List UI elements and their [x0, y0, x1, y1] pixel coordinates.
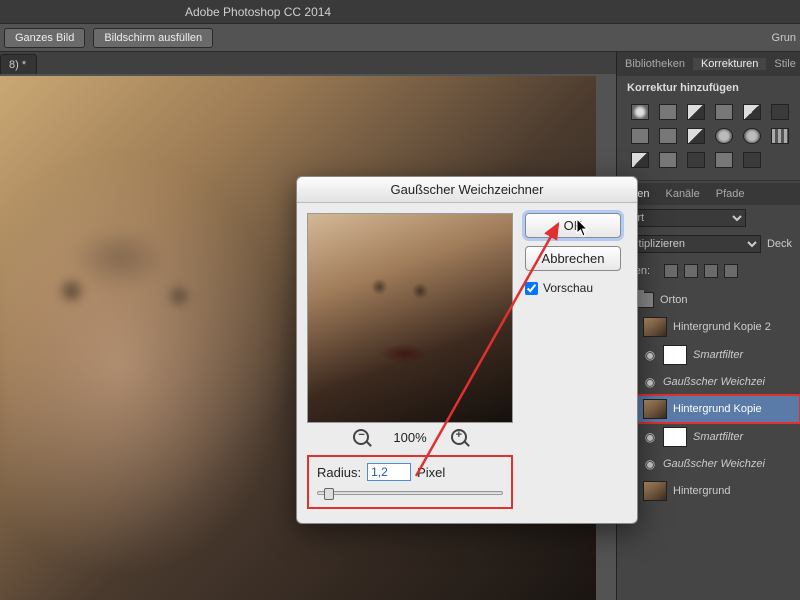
- preview-label: Vorschau: [543, 281, 593, 295]
- visibility-icon[interactable]: ◉: [643, 375, 657, 389]
- radius-annotation-box: Radius: Pixel: [307, 455, 513, 509]
- adjustments-subhead: Korrektur hinzufügen: [617, 76, 800, 100]
- slider-knob[interactable]: [324, 488, 334, 500]
- lock-position-icon[interactable]: [704, 264, 718, 278]
- adjustments-icon-grid: [617, 100, 800, 178]
- zoom-out-icon[interactable]: −: [353, 429, 369, 445]
- fit-image-button[interactable]: Ganzes Bild: [4, 28, 85, 48]
- layers-panel-tabs: enen Kanäle Pfade: [617, 183, 800, 205]
- colorlookup-icon[interactable]: [771, 128, 789, 144]
- smartfilter-row[interactable]: ◉ Smartfilter: [617, 423, 800, 451]
- balance-icon[interactable]: [659, 128, 677, 144]
- dialog-preview-image[interactable]: [307, 213, 513, 423]
- app-title: Adobe Photoshop CC 2014: [185, 5, 331, 19]
- tab-korrekturen[interactable]: Korrekturen: [693, 58, 766, 70]
- selective-color-icon[interactable]: [743, 152, 761, 168]
- tab-stile[interactable]: Stile: [766, 58, 800, 70]
- radius-label: Radius:: [317, 465, 361, 480]
- dialog-title: Gaußscher Weichzeichner: [297, 177, 637, 203]
- threshold-icon[interactable]: [687, 152, 705, 168]
- photo-filter-icon[interactable]: [715, 128, 733, 144]
- tab-pfade[interactable]: Pfade: [708, 188, 753, 200]
- radius-slider[interactable]: [317, 491, 503, 495]
- bw-icon[interactable]: [687, 128, 705, 144]
- levels-icon[interactable]: [659, 104, 677, 120]
- visibility-icon[interactable]: ◉: [643, 457, 657, 471]
- channel-mixer-icon[interactable]: [743, 128, 761, 144]
- radius-input[interactable]: [367, 463, 411, 481]
- curves-icon[interactable]: [687, 104, 705, 120]
- posterize-icon[interactable]: [659, 152, 677, 168]
- zoom-level: 100%: [393, 430, 426, 445]
- app-titlebar: Adobe Photoshop CC 2014: [0, 0, 800, 24]
- invert-icon[interactable]: [631, 152, 649, 168]
- lock-all-icon[interactable]: [724, 264, 738, 278]
- vibrance-icon[interactable]: [743, 104, 761, 120]
- preview-checkbox[interactable]: [525, 282, 538, 295]
- visibility-icon[interactable]: ◉: [643, 348, 657, 362]
- cancel-button[interactable]: Abbrechen: [525, 246, 621, 271]
- layer-thumbnail: [643, 317, 667, 337]
- hue-icon[interactable]: [631, 128, 649, 144]
- filter-mask-thumbnail: [663, 345, 687, 365]
- layer-row[interactable]: Hintergrund Kopie 2: [617, 313, 800, 341]
- lock-image-icon[interactable]: [684, 264, 698, 278]
- layer-thumbnail: [643, 399, 667, 419]
- layer-kind-select[interactable]: Art: [625, 209, 746, 227]
- layer-group-row[interactable]: Orton: [617, 287, 800, 313]
- blend-mode-select[interactable]: ultiplizieren: [625, 235, 761, 253]
- visibility-icon[interactable]: ◉: [643, 430, 657, 444]
- fill-screen-button[interactable]: Bildschirm ausfüllen: [93, 28, 213, 48]
- exposure-icon[interactable]: [715, 104, 733, 120]
- opacity-label: Deck: [767, 238, 792, 250]
- preview-checkbox-row[interactable]: Vorschau: [525, 281, 621, 295]
- right-dock: Bibliotheken Korrekturen Stile Korrektur…: [616, 52, 800, 600]
- adjustment-icon[interactable]: [771, 104, 789, 120]
- layers-list: Orton Hintergrund Kopie 2 ◉ Smartfilter …: [617, 285, 800, 507]
- document-tab[interactable]: 8) *: [0, 54, 37, 74]
- tab-bibliotheken[interactable]: Bibliotheken: [617, 58, 693, 70]
- brightness-icon[interactable]: [631, 104, 649, 120]
- lock-transparent-icon[interactable]: [664, 264, 678, 278]
- layer-row-background[interactable]: Hintergrund: [617, 477, 800, 505]
- filter-mask-thumbnail: [663, 427, 687, 447]
- layer-thumbnail: [643, 481, 667, 501]
- ok-button[interactable]: OK: [525, 213, 621, 238]
- gradient-map-icon[interactable]: [715, 152, 733, 168]
- layer-row-selected[interactable]: Hintergrund Kopie: [617, 395, 800, 423]
- smartfilter-row[interactable]: ◉ Smartfilter: [617, 341, 800, 369]
- adjustments-panel-tabs: Bibliotheken Korrekturen Stile: [617, 52, 800, 76]
- options-bar: Ganzes Bild Bildschirm ausfüllen Grun: [0, 24, 800, 52]
- filter-entry-row[interactable]: ◉ Gaußscher Weichzei: [617, 451, 800, 477]
- filter-entry-row[interactable]: ◉ Gaußscher Weichzei: [617, 369, 800, 395]
- tab-kanaele[interactable]: Kanäle: [657, 188, 707, 200]
- options-right-truncated: Grun: [772, 32, 796, 44]
- zoom-in-icon[interactable]: +: [451, 429, 467, 445]
- radius-unit: Pixel: [417, 465, 445, 480]
- gaussian-blur-dialog: Gaußscher Weichzeichner − 100% + Radius:…: [296, 176, 638, 524]
